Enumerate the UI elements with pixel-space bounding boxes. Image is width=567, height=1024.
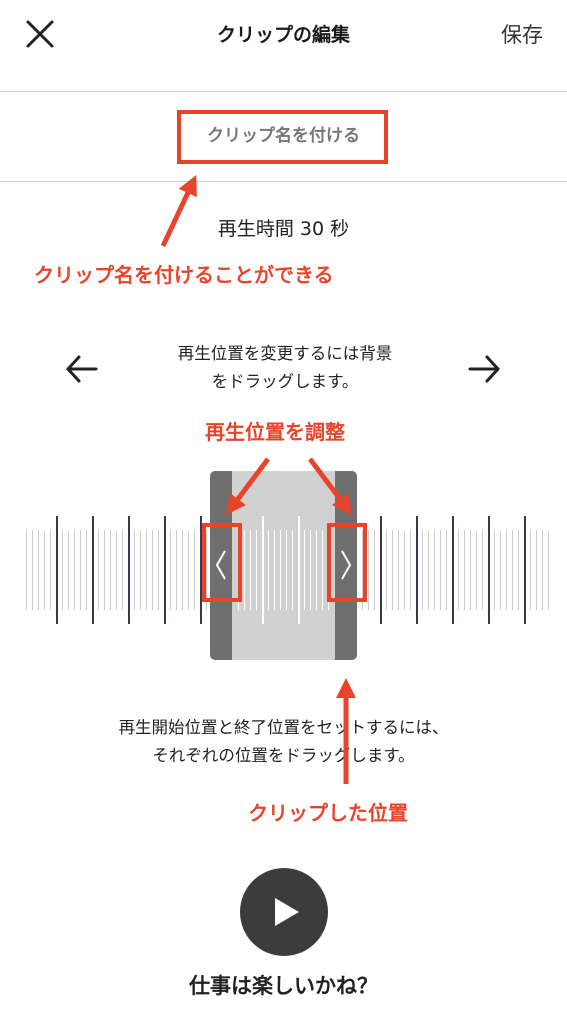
arrow-to-clip-name xyxy=(160,174,197,248)
annotation-clipped-note: クリップした位置 xyxy=(248,801,408,825)
arrow-to-start-handle xyxy=(226,457,270,515)
arrow-to-end-handle xyxy=(308,457,352,515)
annotation-clip-name-note: クリップ名を付けることができる xyxy=(34,263,334,287)
annotation-arrows xyxy=(160,174,356,784)
annotation-adjust-note: 再生位置を調整 xyxy=(205,420,345,444)
